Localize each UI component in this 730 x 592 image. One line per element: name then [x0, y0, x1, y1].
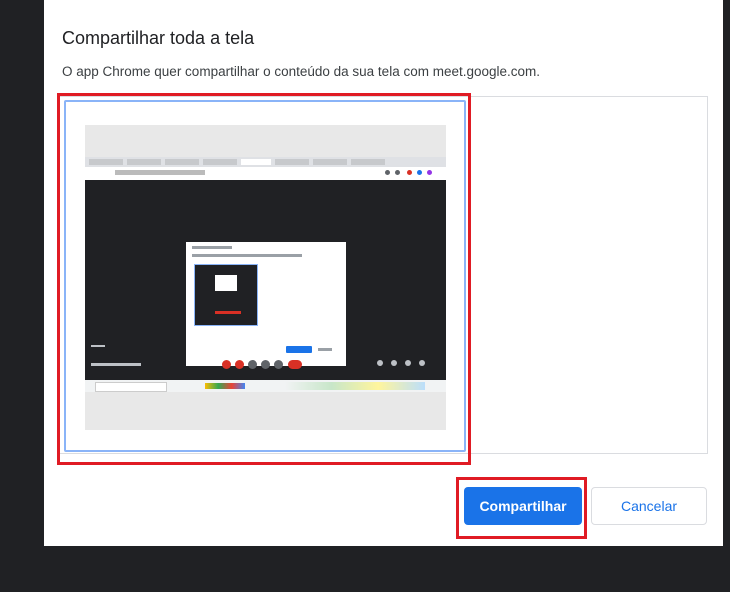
backdrop	[0, 0, 44, 592]
share-screen-dialog: Compartilhar toda a tela O app Chrome qu…	[44, 0, 723, 546]
cancel-button[interactable]: Cancelar	[591, 487, 707, 525]
share-button-highlight	[456, 477, 587, 539]
dialog-description: O app Chrome quer compartilhar o conteúd…	[62, 64, 541, 79]
preview-highlight	[57, 93, 471, 465]
dialog-title: Compartilhar toda a tela	[62, 28, 255, 48]
